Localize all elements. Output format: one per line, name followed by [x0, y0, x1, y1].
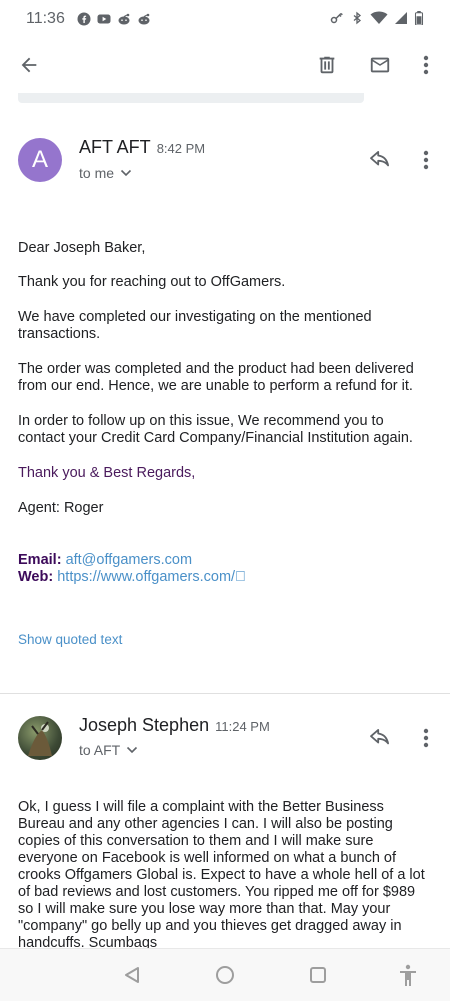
reply-icon — [370, 151, 389, 167]
body-paragraph: Ok, I guess I will file a complaint with… — [18, 799, 425, 948]
email-label: Email — [18, 552, 57, 568]
accessibility-button[interactable] — [394, 961, 422, 989]
vpn-key-icon — [330, 12, 343, 24]
message-time: 11:24 PM — [215, 719, 270, 734]
delete-button[interactable] — [308, 46, 346, 84]
recipient-label: to AFT — [79, 742, 121, 758]
reply-icon — [370, 729, 389, 745]
system-icons — [330, 11, 424, 25]
status-time: 11:36 — [26, 10, 65, 27]
wifi-icon — [370, 11, 388, 24]
more-vert-icon — [423, 55, 429, 75]
body-paragraph: Thank you for reaching out to OffGamers. — [18, 274, 286, 290]
collapsed-message-edge[interactable] — [18, 93, 364, 103]
message-more-button[interactable] — [408, 142, 444, 178]
nav-back-button[interactable] — [118, 961, 146, 989]
facebook-icon — [77, 12, 91, 26]
recipient-details-toggle[interactable]: to AFT — [79, 742, 138, 758]
sender-label: Joseph Stephen — [79, 715, 210, 735]
agent-signature: Agent: Roger — [18, 500, 104, 516]
body-paragraph: In order to follow up on this issue, We … — [18, 413, 413, 446]
greeting: Dear Joseph Baker, — [18, 240, 146, 256]
bluetooth-icon — [353, 11, 362, 25]
more-vert-icon — [423, 150, 429, 170]
message-header: Joseph Stephen 11:24 PM to AFT — [0, 708, 450, 778]
message-body: Ok, I guess I will file a complaint with… — [18, 799, 432, 948]
message-body: Dear Joseph Baker, Thank you for reachin… — [18, 240, 432, 586]
regards-line: Thank you & Best Regards, — [18, 465, 196, 481]
status-bar: 11:36 — [0, 0, 450, 38]
sender-label: AFT AFT — [79, 137, 151, 157]
sender-name: AFT AFT 8:42 PM — [79, 137, 205, 158]
profile-photo — [28, 721, 52, 756]
reply-button[interactable] — [362, 142, 398, 178]
more-options-button[interactable] — [407, 46, 445, 84]
accessibility-icon — [400, 964, 416, 986]
web-line: Web: https://www.offgamers.com/⃞ — [18, 569, 246, 585]
top-app-bar — [0, 38, 450, 92]
nav-home-icon — [216, 966, 234, 984]
nav-recents-button[interactable] — [304, 961, 332, 989]
youtube-icon — [97, 14, 111, 24]
more-vert-icon — [423, 728, 429, 748]
message-divider — [0, 693, 450, 694]
battery-icon — [414, 11, 424, 25]
nav-recents-icon — [310, 967, 326, 983]
body-paragraph: The order was completed and the product … — [18, 361, 414, 394]
avatar[interactable]: A — [18, 138, 62, 182]
web-label: Web — [18, 569, 49, 585]
mark-unread-button[interactable] — [361, 46, 399, 84]
signal-icon — [395, 12, 407, 24]
mail-icon — [370, 57, 390, 73]
reddit-icon — [118, 13, 130, 25]
avatar-letter: A — [31, 146, 48, 173]
recipient-label: to me — [79, 165, 115, 181]
notification-icons — [77, 12, 151, 26]
sender-name: Joseph Stephen 11:24 PM — [79, 715, 270, 736]
email-line: Email: aft@offgamers.com — [18, 552, 193, 568]
avatar[interactable] — [18, 716, 62, 760]
reply-button[interactable] — [362, 720, 398, 756]
recipient-details-toggle[interactable]: to me — [79, 165, 132, 181]
trash-icon — [319, 56, 335, 74]
email-link[interactable]: aft@offgamers.com — [66, 552, 192, 568]
web-link[interactable]: https://www.offgamers.com/ — [57, 569, 246, 585]
nav-back-icon — [125, 967, 139, 983]
body-paragraph: We have completed our investigating on t… — [18, 309, 372, 342]
message-header: A AFT AFT 8:42 PM to me — [0, 130, 450, 200]
chevron-down-icon — [127, 746, 138, 754]
back-button[interactable] — [10, 46, 48, 84]
system-navigation-bar — [0, 948, 450, 1001]
reddit-icon — [138, 13, 150, 25]
message-time: 8:42 PM — [156, 141, 206, 156]
arrow-back-icon — [21, 57, 37, 73]
show-quoted-text-link[interactable]: Show quoted text — [18, 632, 122, 647]
nav-home-button[interactable] — [211, 961, 239, 989]
chevron-down-icon — [120, 169, 132, 177]
message-more-button[interactable] — [408, 720, 444, 756]
